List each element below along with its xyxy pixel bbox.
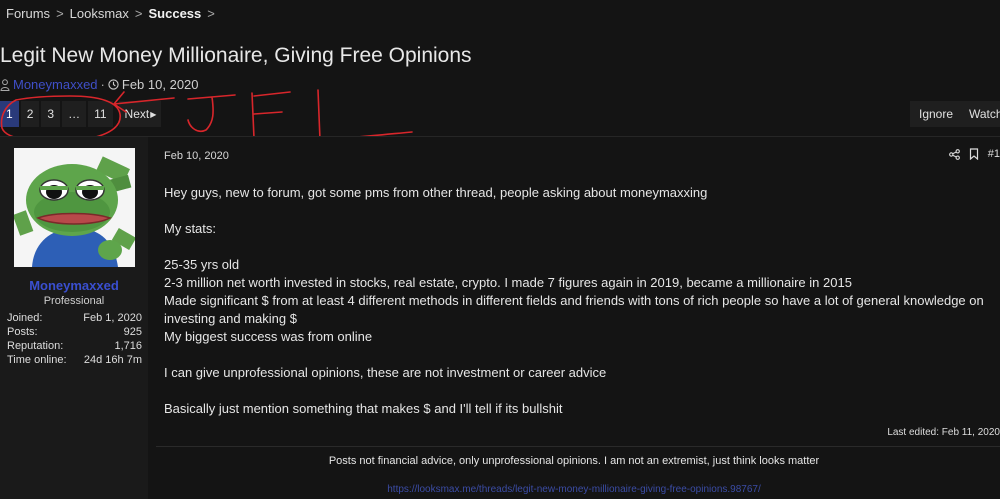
stat-label: Joined: (7, 312, 43, 324)
stat-row-time-online: Time online: 24d 16h 7m (7, 353, 142, 367)
chevron-right-icon: > (56, 6, 64, 21)
next-label: Next (124, 107, 150, 121)
breadcrumb-looksmax[interactable]: Looksmax (70, 6, 129, 21)
post-line: My biggest success was from online (164, 329, 373, 344)
post-line: 25-35 yrs old (164, 257, 240, 272)
thread-title: Legit New Money Millionaire, Giving Free… (0, 44, 472, 67)
post-actions: #1 (948, 148, 1000, 160)
clock-icon (108, 79, 119, 90)
page-link-11[interactable]: 11 (88, 101, 113, 127)
page-link-1[interactable]: 1 (0, 101, 19, 127)
post-line: Hey guys, new to forum, got some pms fro… (164, 185, 708, 200)
breadcrumb: Forums > Looksmax > Success > (6, 6, 221, 21)
stat-row-reputation: Reputation: 1,716 (7, 339, 142, 353)
stat-value[interactable]: 925 (124, 325, 142, 339)
ignore-button[interactable]: Ignore (910, 101, 963, 127)
chevron-right-icon: > (134, 6, 143, 21)
page-ellipsis[interactable]: … (62, 101, 87, 127)
post-date[interactable]: Feb 10, 2020 (164, 150, 229, 162)
user-icon (0, 78, 10, 91)
post-username[interactable]: Moneymaxxed (0, 278, 148, 293)
share-icon[interactable] (948, 148, 960, 160)
avatar[interactable] (14, 148, 135, 267)
stat-label: Posts: (7, 326, 38, 338)
post: Feb 10, 2020 #1 Hey guys, new to forum, … (148, 137, 1000, 499)
next-page-button[interactable]: Next ▶ (118, 101, 162, 127)
pagination: 1 2 3 … 11 Next ▶ (0, 101, 163, 127)
stat-label: Time online: (7, 354, 67, 366)
bookmark-icon[interactable] (969, 148, 979, 160)
pepe-money-avatar-image (14, 148, 135, 267)
post-number[interactable]: #1 (988, 148, 1000, 160)
stat-value: 1,716 (114, 340, 142, 352)
last-edited: Last edited: Feb 11, 2020 (887, 427, 1000, 438)
breadcrumb-forums[interactable]: Forums (6, 6, 50, 21)
post-line: Made significant $ from at least 4 diffe… (164, 293, 984, 326)
page-link-2[interactable]: 2 (20, 101, 40, 127)
thread-meta: Moneymaxxed · Feb 10, 2020 (0, 77, 199, 92)
user-stats: Joined: Feb 1, 2020 Posts: 925 Reputatio… (7, 311, 142, 367)
watch-button[interactable]: Watch (961, 101, 1000, 127)
url-watermark: https://looksmax.me/threads/legit-new-mo… (387, 484, 761, 495)
stat-row-posts: Posts: 925 (7, 325, 142, 339)
signature-divider (156, 446, 1000, 447)
post-line: I can give unprofessional opinions, thes… (164, 365, 607, 380)
post-user-sidebar: Moneymaxxed Professional Joined: Feb 1, … (0, 137, 148, 499)
stat-value: Feb 1, 2020 (83, 312, 142, 324)
breadcrumb-success[interactable]: Success (149, 6, 202, 21)
thread-author-link[interactable]: Moneymaxxed (13, 77, 98, 92)
stat-row-joined: Joined: Feb 1, 2020 (7, 311, 142, 325)
user-title: Professional (43, 295, 105, 307)
page-link-3[interactable]: 3 (41, 101, 61, 127)
thread-date[interactable]: Feb 10, 2020 (122, 77, 199, 92)
post-line: Basically just mention something that ma… (164, 401, 563, 416)
stat-label: Reputation: (7, 340, 64, 352)
stat-value: 24d 16h 7m (83, 354, 142, 366)
post-line: My stats: (164, 221, 217, 236)
chevron-right-icon: > (207, 6, 215, 21)
user-signature: Posts not financial advice, only unprofe… (328, 455, 820, 467)
caret-right-icon: ▶ (150, 109, 157, 119)
post-body: Hey guys, new to forum, got some pms fro… (164, 184, 1000, 418)
post-line: 2-3 million net worth invested in stocks… (164, 275, 852, 290)
